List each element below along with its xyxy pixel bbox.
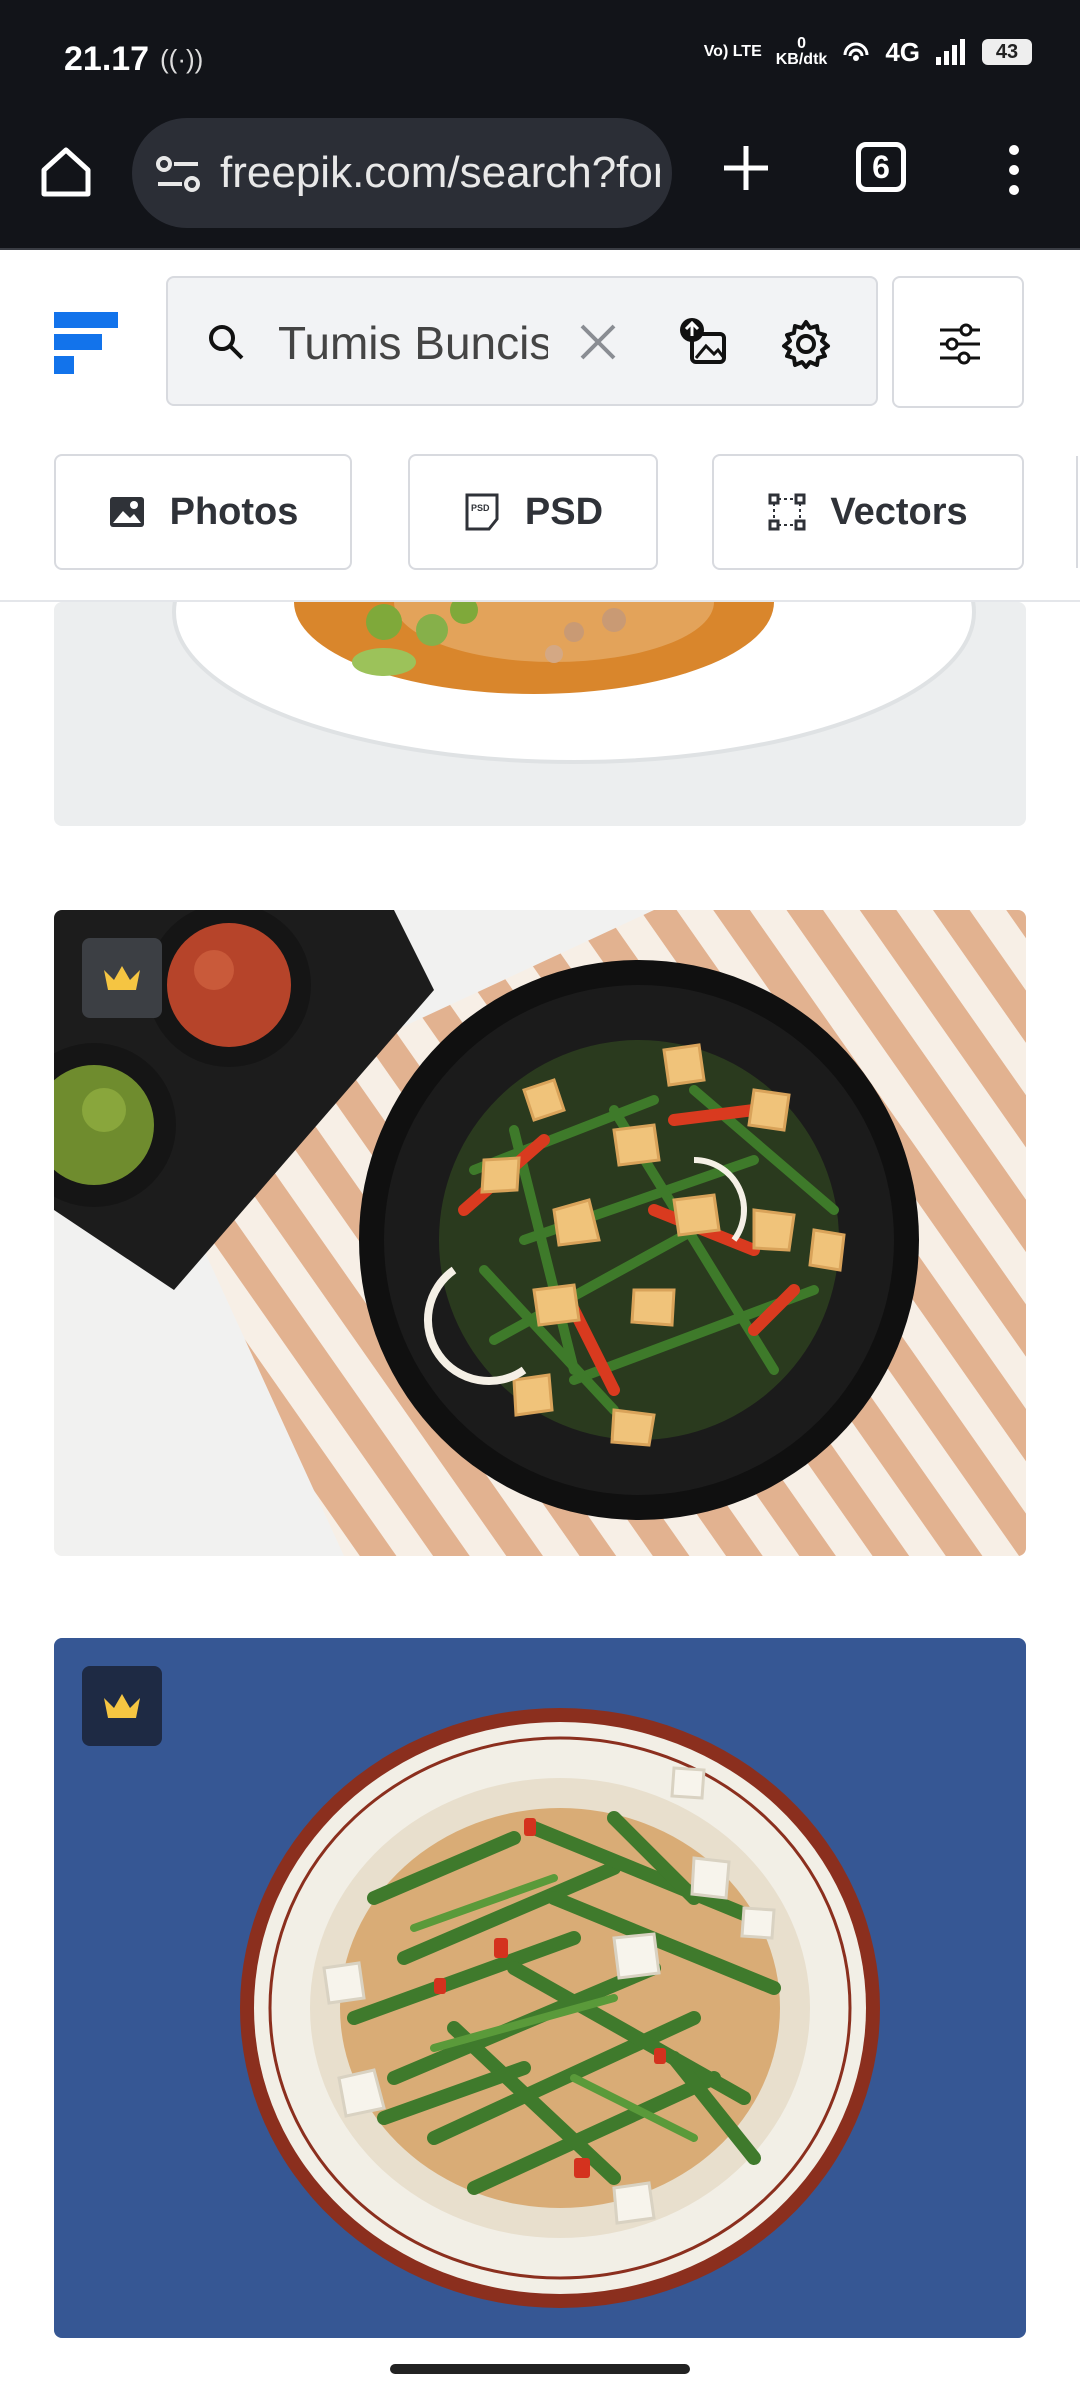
psd-file-icon: PSD (465, 493, 499, 531)
home-icon[interactable] (36, 142, 96, 202)
result-card[interactable] (54, 602, 1026, 826)
filter-chip-label: PSD (524, 490, 604, 533)
result-card[interactable] (54, 1638, 1026, 2338)
search-icon[interactable] (206, 322, 246, 362)
filter-chip-psd[interactable]: PSD PSD (408, 454, 658, 570)
vector-icon (768, 493, 806, 531)
result-photo[interactable] (54, 910, 1026, 1556)
result-card[interactable] (54, 910, 1026, 1556)
sliders-icon (940, 323, 980, 365)
filter-chip-label: Photos (169, 490, 299, 533)
site-header: Tumis Buncis Photos PSD PSD Vectors (0, 250, 1080, 602)
signal-icon (936, 39, 965, 65)
filter-chip-photos[interactable]: Photos (54, 454, 352, 570)
premium-badge (82, 1666, 162, 1746)
url-text: freepik.com/search?format=search&query=T… (220, 148, 660, 197)
address-bar[interactable]: freepik.com/search?format=search&query=T… (132, 118, 672, 228)
crown-icon (104, 1694, 140, 1718)
hotspot-icon: ((·)) (160, 44, 204, 74)
tab-switcher-button[interactable]: 6 (856, 142, 906, 192)
search-input[interactable]: Tumis Buncis (278, 316, 548, 370)
clear-search-icon[interactable] (576, 320, 620, 364)
tab-count: 6 (872, 148, 890, 185)
data-rate-unit: KB/dtk (775, 51, 828, 68)
data-rate: 0 KB/dtk (776, 36, 828, 68)
battery-icon: 43 (982, 39, 1032, 65)
new-tab-icon[interactable] (718, 140, 774, 196)
site-settings-icon[interactable] (154, 154, 202, 194)
network-type: 4G (885, 36, 920, 67)
gear-icon[interactable] (780, 318, 832, 370)
status-icons: Vo) LTE 0 KB/dtk 4G 43 (704, 36, 1032, 68)
status-time: 21.17 (64, 40, 150, 78)
data-rate-value: 0 (797, 35, 806, 52)
filters-button[interactable] (892, 276, 1024, 408)
image-search-icon[interactable] (678, 316, 730, 368)
filter-chip-overflow[interactable] (1076, 456, 1080, 568)
status-bar: 21.17 ((·)) Vo) LTE 0 KB/dtk 4G 43 (0, 0, 1080, 112)
premium-badge (82, 938, 162, 1018)
filter-chip-vectors[interactable]: Vectors (712, 454, 1024, 570)
image-icon (109, 497, 144, 527)
wifi-calling-icon (843, 42, 869, 61)
svg-text:PSD: PSD (471, 503, 490, 513)
crown-icon (104, 966, 140, 990)
volte-indicator: Vo) LTE (703, 43, 762, 60)
result-photo[interactable] (54, 602, 1026, 826)
freepik-logo[interactable] (54, 312, 118, 374)
gesture-navigation-bar[interactable] (390, 2364, 690, 2374)
browser-toolbar: freepik.com/search?format=search&query=T… (0, 112, 1080, 250)
battery-level: 43 (995, 40, 1019, 63)
filter-chip-label: Vectors (830, 490, 968, 533)
result-photo[interactable] (54, 1638, 1026, 2338)
search-bar[interactable]: Tumis Buncis (166, 276, 878, 406)
more-options-icon[interactable] (1002, 140, 1026, 200)
